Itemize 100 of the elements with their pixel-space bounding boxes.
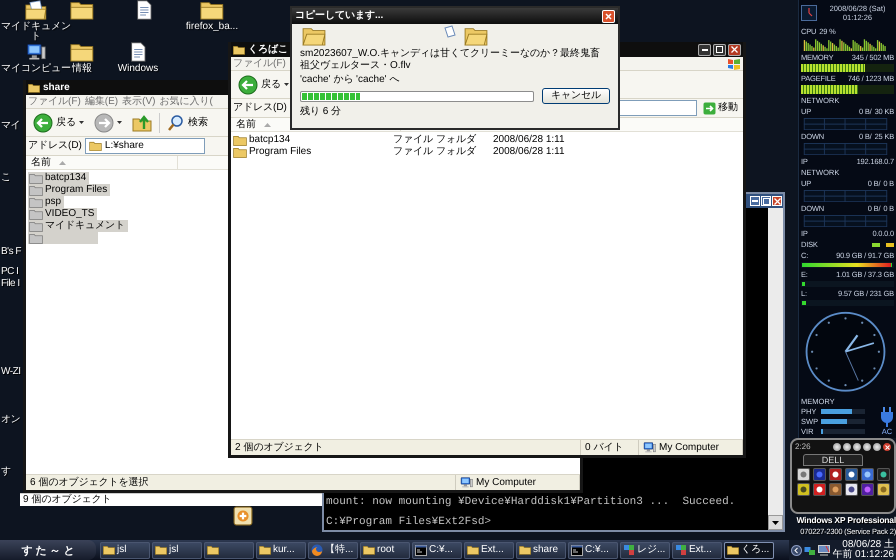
file-row[interactable]: Program Files ファイル フォルダ 2008/06/28 1:11 [233, 146, 741, 158]
console-icon [415, 544, 427, 556]
documents-folder-icon [25, 0, 47, 20]
app-icon [816, 486, 822, 493]
file-item[interactable]: psp [28, 196, 64, 208]
file-item[interactable]: batcp134 [28, 172, 90, 184]
icon-label: PC I [1, 266, 18, 278]
address-label: アドレス(D) [28, 140, 82, 152]
file-icon [130, 42, 146, 62]
network-icon[interactable] [804, 544, 816, 556]
start-button[interactable]: す た ～ と [0, 540, 96, 560]
icon-label: File I [1, 278, 20, 290]
status-text: 9 個のオブジェクト [23, 494, 112, 506]
dock-time: 2:26 [795, 442, 812, 452]
app-launcher-button[interactable] [812, 483, 826, 496]
computer-icon [26, 42, 46, 62]
folder-icon [467, 545, 479, 555]
icon-label: こ [1, 172, 10, 184]
legend-swatch [886, 242, 894, 247]
file-item[interactable]: マイドキュメント [28, 220, 128, 232]
chevron-icon[interactable] [791, 544, 802, 556]
close-button[interactable] [728, 44, 741, 56]
app-launcher-button[interactable] [828, 468, 842, 481]
search-button[interactable]: 検索 [164, 112, 211, 134]
app-icon [880, 486, 886, 493]
go-arrow-icon [703, 102, 716, 114]
icon-label: Windows [118, 64, 158, 74]
taskbar-button[interactable]: C:¥... [412, 542, 462, 558]
app-icon [848, 486, 854, 493]
taskbar-button[interactable]: レジ... [620, 542, 670, 558]
file-item[interactable]: VIDEO_TS [28, 208, 98, 220]
tray-time: 午前 01:12:26 [832, 550, 894, 560]
app-launcher-button[interactable] [860, 468, 874, 481]
caret-icon [79, 121, 84, 124]
scroll-down-button[interactable] [768, 515, 783, 530]
file-date: 2008/06/28 1:11 [493, 146, 566, 158]
taskbar-button[interactable] [204, 542, 254, 558]
file-name: sm2023607_W.O.キャンディは甘くてクリーミーなのか？最終鬼畜祖父ヴェルタース・O.flv [300, 48, 602, 72]
taskbar-button[interactable]: root [360, 542, 410, 558]
app-launcher-button[interactable] [844, 468, 858, 481]
menu-item[interactable]: 編集(E) [84, 96, 118, 108]
down-arrow-icon [772, 520, 779, 524]
menu-item[interactable]: ファイル(F) [28, 96, 81, 108]
monitor-icon[interactable] [818, 544, 830, 556]
app-launcher-button[interactable] [796, 468, 810, 481]
address-field[interactable]: L:¥share [84, 138, 205, 154]
menu-item[interactable]: ファイル(F) [233, 58, 286, 70]
file-name: batcp134 [249, 134, 290, 146]
menu-item[interactable]: お気に入り( [159, 96, 213, 108]
file-type: ファイル フォルダ [393, 134, 478, 146]
taskbar-button[interactable]: 【特... [308, 542, 358, 558]
taskbar-button[interactable]: Ext... [464, 542, 514, 558]
cancel-button[interactable]: キャンセル [542, 88, 610, 104]
console-line: mount: now mounting ¥Device¥Harddisk1¥Partition3 ... Succeed. [326, 496, 736, 509]
maximize-icon [716, 46, 723, 53]
folder-icon [70, 42, 94, 62]
go-button[interactable]: 移動 [700, 102, 741, 114]
power-plug-icon [880, 406, 894, 427]
folder-icon [103, 545, 115, 555]
taskbar-button[interactable]: kur... [256, 542, 306, 558]
file-row[interactable]: batcp134 ファイル フォルダ 2008/06/28 1:11 [233, 134, 741, 146]
folder-icon [302, 26, 326, 46]
close-icon [605, 12, 612, 20]
folder-icon [727, 545, 739, 555]
window-title: share [43, 82, 70, 94]
maximize-button[interactable] [713, 44, 726, 56]
file-item[interactable]: Program Files [28, 184, 110, 196]
status-text: 2 個のオブジェクト [235, 442, 324, 454]
icon-label: す [1, 466, 10, 478]
app-icon [864, 471, 870, 478]
minimize-button[interactable] [698, 44, 711, 56]
taskbar-button[interactable]: くろ... [724, 542, 774, 558]
taskbar-button[interactable]: jsl [152, 542, 202, 558]
folder-icon [233, 44, 245, 54]
taskbar-button[interactable]: C:¥... [568, 542, 618, 558]
icon-label: マイドキュメント [0, 22, 72, 42]
app-launcher-button[interactable] [876, 468, 890, 481]
registry-icon [675, 544, 687, 556]
icon-label: オン [1, 414, 20, 426]
taskbar-button[interactable]: Ext... [672, 542, 722, 558]
taskbar-button[interactable]: jsl [100, 542, 150, 558]
app-launcher-button[interactable] [860, 483, 874, 496]
app-launcher-button[interactable] [844, 483, 858, 496]
dock-tab[interactable]: DELL [803, 454, 863, 466]
menu-item[interactable]: 表示(V) [122, 96, 156, 108]
file-name: Program Files [249, 146, 312, 158]
app-launcher-button[interactable] [796, 483, 810, 496]
back-button[interactable]: 戻る [30, 110, 87, 134]
app-icon [864, 486, 870, 493]
sort-arrow-icon [59, 160, 66, 164]
column-header[interactable]: 名前 [26, 156, 178, 169]
folder-up-icon [132, 114, 152, 132]
app-launcher-button[interactable] [876, 483, 890, 496]
app-icon [880, 471, 886, 478]
app-launcher-button[interactable] [828, 483, 842, 496]
icon-label: B's F [1, 246, 21, 258]
file-date: 2008/06/28 1:11 [493, 134, 566, 146]
icon-label: マイコンピュー [1, 64, 71, 74]
taskbar-button[interactable]: share [516, 542, 566, 558]
status-text: 6 個のオブジェクトを選択 [30, 476, 148, 488]
